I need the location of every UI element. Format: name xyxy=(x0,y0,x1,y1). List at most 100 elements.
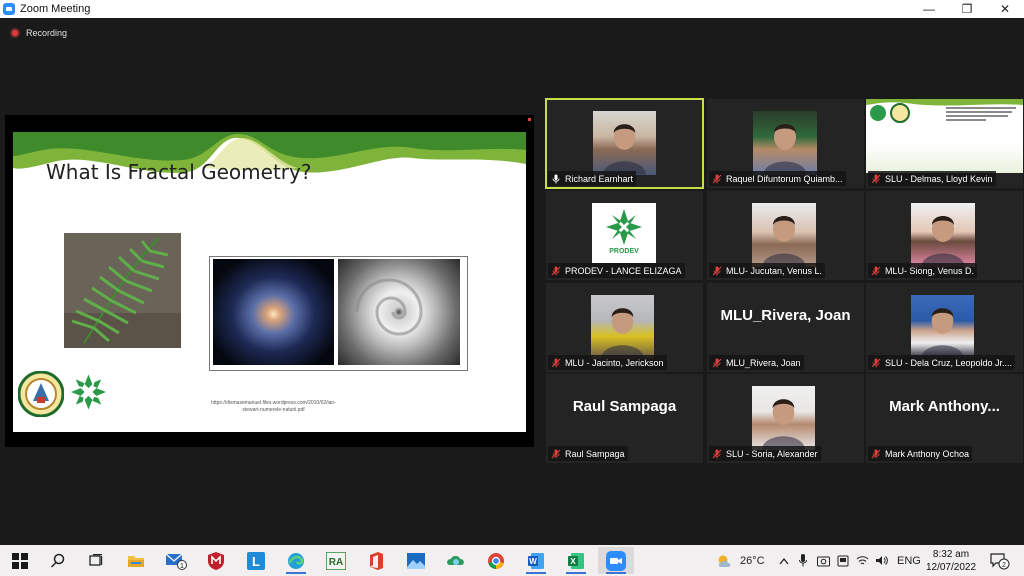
participant-tile[interactable]: MLU - Jacinto, Jerickson xyxy=(546,283,703,372)
recording-indicator[interactable]: Recording xyxy=(10,28,67,38)
source-url-line1: https://dismasemanuel.files.wordpress.co… xyxy=(211,400,336,406)
muted-mic-icon xyxy=(551,358,561,367)
participant-tile[interactable]: MLU- Siong, Venus D. xyxy=(866,191,1023,280)
participant-tile[interactable]: Raquel Difuntorum Quiamb... xyxy=(707,99,864,188)
zoom-button[interactable] xyxy=(598,547,634,574)
participant-name: SLU - Delmas, Lloyd Kevin xyxy=(885,173,993,184)
participant-video xyxy=(752,203,816,267)
participant-tile[interactable]: SLU - Soria, Alexander xyxy=(707,374,864,463)
muted-mic-icon xyxy=(551,266,561,275)
image-frame xyxy=(209,256,468,371)
participant-tile[interactable]: Raul Sampaga Raul Sampaga xyxy=(546,374,703,463)
camera-tray-button[interactable] xyxy=(817,545,830,576)
participant-name-bar: PRODEV - LANCE ELIZAGA xyxy=(548,263,685,278)
microphone-tray-button[interactable] xyxy=(799,545,807,576)
participant-tile[interactable]: SLU - Delmas, Lloyd Kevin xyxy=(866,99,1023,188)
recording-label: Recording xyxy=(26,28,68,38)
muted-mic-icon xyxy=(871,174,881,183)
muted-mic-icon xyxy=(551,449,561,458)
task-view-icon xyxy=(89,553,103,566)
participant-name: Richard Earnhart xyxy=(565,173,634,184)
participant-name: Mark Anthony Ochoa xyxy=(885,448,970,459)
vpn-button[interactable] xyxy=(438,547,474,574)
participant-tile[interactable]: PRODEV PRODEV - LANCE ELIZAGA xyxy=(546,191,703,280)
mcafee-button[interactable] xyxy=(198,547,234,574)
share-indicator xyxy=(528,118,531,121)
windows-logo-icon xyxy=(12,552,28,569)
excel-button[interactable]: X xyxy=(558,547,594,574)
lms-button[interactable]: L xyxy=(238,547,274,574)
participant-video xyxy=(753,111,817,175)
presentation-slide: What Is Fractal Geometry? https://dismas… xyxy=(13,132,526,432)
muted-mic-icon xyxy=(712,449,722,458)
edge-icon xyxy=(288,552,304,569)
clock-time: 8:32 am xyxy=(932,549,970,560)
word-label: W xyxy=(529,557,537,566)
muted-mic-icon xyxy=(871,266,881,275)
participant-tile[interactable]: Richard Earnhart xyxy=(545,98,704,189)
participant-name-bar: MLU- Siong, Venus D. xyxy=(868,263,978,278)
lms-icon: L xyxy=(247,551,265,570)
word-button[interactable]: W xyxy=(518,547,554,574)
muted-mic-icon xyxy=(712,358,722,367)
device-tray-button[interactable] xyxy=(837,545,849,576)
chrome-button[interactable] xyxy=(478,547,514,574)
show-hidden-icons-button[interactable] xyxy=(779,545,789,576)
participant-tile[interactable]: SLU - Dela Cruz, Leopoldo Jr.... xyxy=(866,283,1023,372)
word-icon: W xyxy=(528,552,544,569)
weather-widget[interactable]: 26°C xyxy=(716,545,765,576)
task-view-button[interactable] xyxy=(78,547,114,574)
wifi-tray-button[interactable] xyxy=(856,545,869,576)
lms-label: L xyxy=(252,554,260,569)
participant-name: MLU- Siong, Venus D. xyxy=(885,265,975,276)
shared-screen[interactable]: What Is Fractal Geometry? https://dismas… xyxy=(5,115,534,447)
search-button[interactable] xyxy=(40,547,76,574)
participant-name-bar: MLU- Jucutan, Venus L. xyxy=(709,263,826,278)
participant-video xyxy=(591,295,654,359)
participant-name-bar: Raquel Difuntorum Quiamb... xyxy=(709,171,846,186)
participant-video xyxy=(752,386,815,450)
mail-button[interactable]: 1 xyxy=(158,547,194,574)
participant-name: SLU - Dela Cruz, Leopoldo Jr.... xyxy=(885,357,1013,368)
record-icon xyxy=(10,28,20,38)
fern-image xyxy=(64,233,181,348)
ra-app-button[interactable]: RA xyxy=(318,547,354,574)
office-button[interactable] xyxy=(358,547,394,574)
search-icon xyxy=(50,553,65,568)
participant-name-bar: SLU - Delmas, Lloyd Kevin xyxy=(868,171,996,186)
minimize-button[interactable]: — xyxy=(910,0,948,18)
excel-label: X xyxy=(570,557,576,566)
participant-tile[interactable]: Mark Anthony... Mark Anthony Ochoa xyxy=(866,374,1023,463)
taskbar-clock[interactable]: 8:32 am 12/07/2022 xyxy=(918,548,984,574)
participant-tile[interactable]: MLU_Rivera, Joan MLU_Rivera, Joan xyxy=(707,283,864,372)
participant-name-bar: Raul Sampaga xyxy=(548,446,628,461)
participant-name: SLU - Soria, Alexander xyxy=(726,448,818,459)
temperature: 26°C xyxy=(740,554,765,567)
photos-icon xyxy=(407,552,425,569)
participant-name: PRODEV - LANCE ELIZAGA xyxy=(565,265,682,276)
notification-center-button[interactable]: 2 xyxy=(990,545,1010,576)
participant-name-bar: SLU - Soria, Alexander xyxy=(709,446,821,461)
chevron-up-icon xyxy=(779,557,789,564)
participant-name-bar: Richard Earnhart xyxy=(548,171,637,186)
start-button[interactable] xyxy=(2,547,38,574)
muted-mic-icon xyxy=(712,266,722,275)
clock-date: 12/07/2022 xyxy=(925,562,977,573)
participant-tile[interactable]: MLU- Jucutan, Venus L. xyxy=(707,191,864,280)
participant-name-bar: SLU - Dela Cruz, Leopoldo Jr.... xyxy=(868,355,1016,370)
maximize-button[interactable]: ❐ xyxy=(948,0,986,18)
participant-name: MLU - Jacinto, Jerickson xyxy=(565,357,664,368)
edge-button[interactable] xyxy=(278,547,314,574)
participant-name: MLU- Jucutan, Venus L. xyxy=(726,265,823,276)
notification-icon: 2 xyxy=(990,552,1010,569)
participant-name-placeholder: MLU_Rivera, Joan xyxy=(720,307,851,324)
close-button[interactable]: ✕ xyxy=(986,0,1024,18)
wifi-icon xyxy=(856,556,869,565)
mail-badge: 1 xyxy=(180,563,184,570)
muted-mic-icon xyxy=(871,358,881,367)
volume-tray-button[interactable] xyxy=(875,545,888,576)
photos-button[interactable] xyxy=(398,547,434,574)
ra-label: RA xyxy=(329,557,343,568)
file-explorer-button[interactable] xyxy=(118,547,154,574)
spiral-galaxy-image xyxy=(213,259,334,365)
